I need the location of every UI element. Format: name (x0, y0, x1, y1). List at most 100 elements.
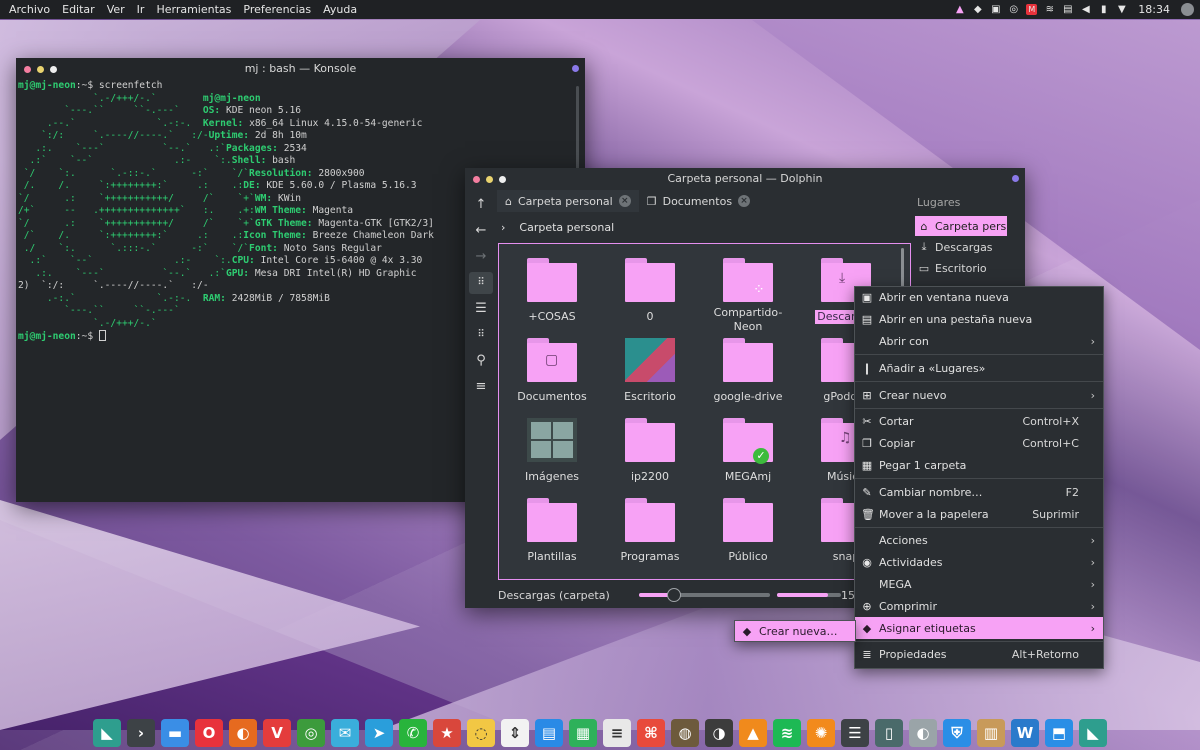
folder-item[interactable]: Escritorio (601, 334, 699, 414)
firefox-icon[interactable]: ◐ (229, 718, 257, 747)
konsole-titlebar[interactable]: mj : bash — Konsole (16, 58, 585, 80)
menu-herramientas[interactable]: Herramientas (150, 0, 237, 19)
files-icon[interactable]: ▬ (161, 718, 189, 747)
pdf-icon[interactable]: ⌘ (637, 718, 665, 747)
clipboard-icon[interactable]: ▤ (1062, 4, 1073, 15)
user-icon[interactable] (1181, 3, 1194, 16)
forward-arrow-icon[interactable]: → (469, 246, 493, 268)
wifi-icon[interactable]: ≋ (1044, 4, 1055, 15)
vivaldi-icon[interactable]: V (263, 718, 291, 747)
battery-icon[interactable]: ▮ (1098, 4, 1109, 15)
folder-item[interactable]: +COSAS (503, 254, 601, 334)
close-tab-icon[interactable]: × (738, 195, 751, 207)
folder-item[interactable]: google-drive (699, 334, 797, 414)
context-menu-item[interactable]: ⊞ Crear nuevo › (855, 384, 1103, 406)
mail-icon[interactable]: ✉ (331, 718, 359, 747)
context-menu-item[interactable]: ◉ Actividades › (855, 552, 1103, 574)
shield-icon[interactable]: ⛨ (943, 718, 971, 747)
create-new-tag-item[interactable]: ◆ Crear nueva… (735, 621, 855, 641)
kde-neon-icon[interactable]: ◣ (93, 718, 121, 747)
terminal-icon[interactable]: › (127, 718, 155, 747)
folder-item[interactable]: ip2200 (601, 414, 699, 494)
folder-item[interactable]: ⁘ Compartido-Neon (699, 254, 797, 334)
up-arrow-icon[interactable]: ↑ (469, 194, 493, 216)
context-menu-item[interactable]: ⊕ Comprimir › (855, 595, 1103, 617)
menu-ayuda[interactable]: Ayuda (317, 0, 363, 19)
spotify-icon[interactable]: ≋ (773, 718, 801, 747)
tab-carpeta-personal[interactable]: ⌂ Carpeta personal × (497, 190, 639, 212)
context-menu-item[interactable]: Abrir con › (855, 331, 1103, 353)
menu-editar[interactable]: Editar (56, 0, 101, 19)
context-menu-item[interactable]: MEGA › (855, 574, 1103, 596)
zoom-slider[interactable] (639, 588, 770, 602)
context-menu-item[interactable]: ❙ Añadir a «Lugares» (855, 357, 1103, 379)
menu-archivo[interactable]: Archivo (3, 0, 56, 19)
menu-preferencias[interactable]: Preferencias (237, 0, 317, 19)
vlc-icon[interactable]: ▲ (739, 718, 767, 747)
transfer-icon[interactable]: ⇕ (501, 718, 529, 747)
idea-icon[interactable]: ◌ (467, 718, 495, 747)
clock[interactable]: 18:34 (1134, 3, 1174, 16)
context-menu-item[interactable]: ▤ Abrir en una pestaña nueva (855, 309, 1103, 331)
compact-view-icon[interactable]: ⠿ (469, 324, 493, 346)
folder-item[interactable]: 0 (601, 254, 699, 334)
context-menu-item[interactable]: Acciones › (855, 530, 1103, 552)
context-menu-item[interactable]: ✂ Cortar Control+X (855, 411, 1103, 433)
monitor-icon[interactable]: W (1011, 718, 1039, 747)
screenshot-icon[interactable]: ◐ (909, 718, 937, 747)
folder-item[interactable]: Imágenes (503, 414, 601, 494)
folder-item[interactable]: Programas (601, 494, 699, 574)
details-view-icon[interactable]: ☰ (469, 298, 493, 320)
telegram-icon[interactable]: ➤ (365, 718, 393, 747)
folder-item[interactable]: Plantillas (503, 494, 601, 574)
context-menu-item[interactable]: ▦ Pegar 1 carpeta (855, 455, 1103, 477)
window-menu-button[interactable] (572, 65, 579, 72)
folder-item[interactable]: Público (699, 494, 797, 574)
tab-documentos[interactable]: ❐ Documentos × (638, 190, 759, 212)
calc-icon[interactable]: ▦ (569, 718, 597, 747)
writer-icon[interactable]: ▤ (535, 718, 563, 747)
dolphin-titlebar[interactable]: Carpeta personal — Dolphin (465, 168, 1025, 190)
notes-icon[interactable]: ≡ (603, 718, 631, 747)
menu-ir[interactable]: Ir (131, 0, 151, 19)
context-menu-item[interactable]: ◆ Asignar etiquetas › (855, 617, 1103, 639)
mega-red-icon[interactable]: M (1026, 4, 1038, 15)
store-icon[interactable]: ⬒ (1045, 718, 1073, 747)
icons-view-icon[interactable]: ⠿ (469, 272, 493, 294)
arrow-up-icon[interactable]: ▼ (1116, 4, 1127, 15)
chevron-right-icon[interactable]: › (501, 221, 505, 234)
context-menu-item[interactable]: 🗑 Mover a la papelera Suprimir (855, 503, 1103, 525)
folder-item[interactable]: ▢ Documentos (503, 334, 601, 414)
file-view[interactable]: +COSAS 0 ⁘ Compartido-Neon ⤓ Descargas ▢ Docume… (498, 243, 911, 580)
window-menu-button[interactable] (1012, 175, 1019, 182)
notification-icon[interactable]: ◆ (972, 4, 983, 15)
gimp-icon[interactable]: ◍ (671, 718, 699, 747)
bookmark-app-icon[interactable]: ★ (433, 718, 461, 747)
breadcrumb-item[interactable]: Carpeta personal (519, 221, 614, 234)
menu-ver[interactable]: Ver (101, 0, 131, 19)
close-tab-icon[interactable]: × (618, 195, 631, 207)
folder-item[interactable]: ✓ MEGAmj (699, 414, 797, 494)
hamburger-menu-icon[interactable]: ≡ (469, 376, 493, 398)
back-arrow-icon[interactable]: ← (469, 220, 493, 242)
place-carpeta-personal[interactable]: ⌂ Carpeta pers (915, 216, 1007, 236)
place-descargas[interactable]: ⤓ Descargas (915, 237, 1007, 257)
context-menu-item[interactable]: ≣ Propiedades Alt+Retorno (855, 644, 1103, 666)
context-menu-item[interactable]: ✎ Cambiar nombre… F2 (855, 481, 1103, 503)
kdeconnect-icon[interactable]: ▣ (990, 4, 1001, 15)
whatsapp-icon[interactable]: ✆ (399, 718, 427, 747)
mega-tray-icon[interactable]: ▲ (954, 4, 965, 15)
kde-neon-2-icon[interactable]: ◣ (1079, 718, 1107, 747)
search-icon[interactable]: ⚲ (469, 350, 493, 372)
volume-icon[interactable]: ◀ (1080, 4, 1091, 15)
place-escritorio[interactable]: ▭ Escritorio (915, 258, 1007, 278)
context-menu-item[interactable]: ❐ Copiar Control+C (855, 433, 1103, 455)
window-icon[interactable]: ▯ (875, 718, 903, 747)
archive-icon[interactable]: ▥ (977, 718, 1005, 747)
context-menu-item[interactable]: ▣ Abrir en ventana nueva (855, 287, 1103, 309)
orange-icon[interactable]: ✺ (807, 718, 835, 747)
linux-icon[interactable]: ◑ (705, 718, 733, 747)
chrome-icon[interactable]: ◎ (297, 718, 325, 747)
mixer-icon[interactable]: ☰ (841, 718, 869, 747)
updates-icon[interactable]: ◎ (1008, 4, 1019, 15)
